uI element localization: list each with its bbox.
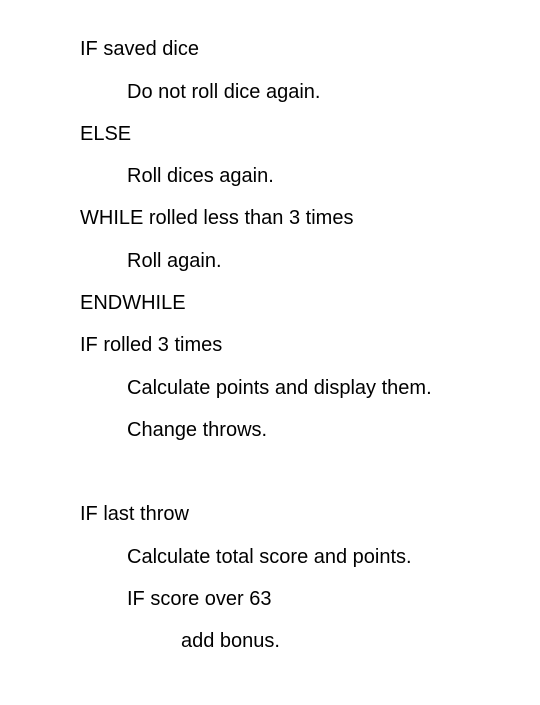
document-page: IF saved dice Do not roll dice again. EL…: [0, 0, 540, 705]
pseudocode-line: Do not roll dice again.: [127, 81, 321, 103]
pseudocode-line: IF score over 63: [127, 588, 272, 610]
pseudocode-line: Calculate total score and points.: [127, 546, 412, 568]
pseudocode-line: Roll again.: [127, 250, 222, 272]
pseudocode-line: ELSE: [80, 123, 132, 145]
pseudocode-line: IF saved dice: [80, 38, 199, 60]
pseudocode-line: IF last throw: [80, 503, 189, 525]
pseudocode-line: Change throws.: [127, 419, 268, 441]
pseudocode-line: ENDWHILE: [80, 292, 186, 314]
pseudocode-line: Roll dices again.: [127, 165, 274, 187]
pseudocode-line: WHILE rolled less than 3 times: [80, 207, 354, 229]
pseudocode-line: IF rolled 3 times: [80, 334, 223, 356]
pseudocode-line: Calculate points and display them.: [127, 377, 432, 399]
pseudocode-line: add bonus.: [181, 630, 280, 652]
